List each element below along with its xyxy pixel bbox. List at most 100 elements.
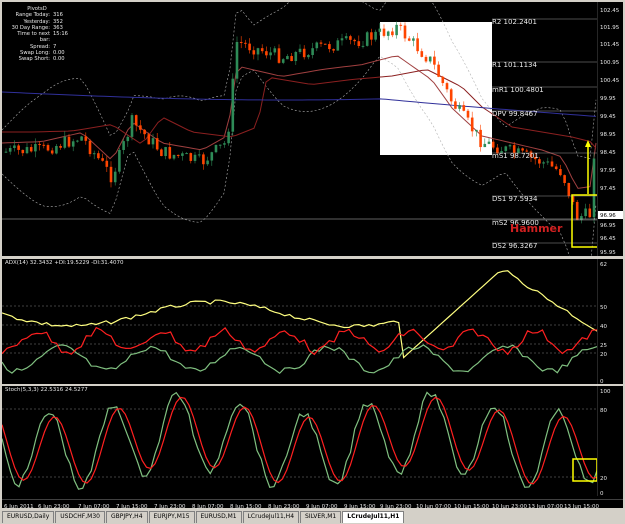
candle-body	[483, 143, 487, 148]
candle-body	[151, 138, 155, 145]
adx-tick: 25	[600, 343, 607, 349]
pivot-r2-label: R2 102.2401	[492, 18, 537, 26]
candle-body	[84, 136, 88, 141]
candle-body	[349, 36, 352, 40]
candle-body	[391, 31, 394, 36]
candle-body	[206, 160, 209, 165]
price-tick: 98.45	[600, 150, 616, 156]
candle-body	[546, 161, 550, 163]
adx-scale: 62 50 40 25 20 0	[597, 259, 623, 384]
hammer-annotation: Hammer	[510, 222, 563, 235]
chart-tab[interactable]: EURJPY,M15	[148, 511, 195, 523]
candle-body	[428, 56, 432, 62]
chart-tab-active[interactable]: LCrudeJul11,H1	[342, 511, 405, 523]
candle-body	[260, 48, 264, 52]
candle-body	[189, 153, 193, 161]
price-tick: 97.45	[600, 186, 616, 192]
candle-body	[479, 129, 482, 148]
candle-body	[353, 39, 356, 42]
stochastic-chart	[2, 391, 597, 490]
candle-body	[395, 24, 398, 36]
plus-di-line	[2, 344, 597, 375]
candle-body	[80, 136, 83, 141]
candle-body	[319, 42, 323, 44]
candle-body	[399, 24, 403, 26]
adx-indicator-pane[interactable]: ADX(14) 32.3432 +DI:19.5229 -DI:31.4070	[2, 259, 597, 384]
candle-body	[433, 56, 436, 65]
candle-body	[118, 149, 121, 172]
candle-body	[315, 42, 319, 49]
price-chart-pane[interactable]: R2 102.2401 R1 101.1134 mR1 100.4801 DPV…	[2, 2, 597, 256]
candle-body	[470, 117, 474, 132]
candle-body	[25, 147, 29, 154]
candle-body	[155, 138, 159, 150]
candle-body	[193, 154, 197, 161]
candle-body	[466, 110, 470, 118]
candle-body	[412, 38, 415, 41]
candle-body	[134, 115, 138, 126]
stoch-tick: 100	[600, 389, 611, 395]
candle-body	[185, 153, 188, 155]
candle-body	[559, 169, 562, 176]
candle-body	[210, 152, 214, 161]
candle-body	[592, 158, 596, 218]
candle-body	[323, 43, 327, 45]
price-scale[interactable]: 102.45 101.95 101.45 100.95 100.45 99.95…	[597, 2, 623, 256]
candle-body	[256, 48, 260, 55]
stoch-title: Stoch(5,3,3) 22.5316 24.5277	[5, 387, 88, 393]
pivot-info-row: Swap Short: 0.00	[18, 56, 65, 63]
pivot-info-row: Time to next bar: 15:16	[17, 31, 68, 44]
candle-body	[441, 76, 445, 84]
candle-body	[336, 40, 340, 51]
candle-body	[42, 144, 46, 146]
candle-body	[386, 31, 390, 36]
candle-body	[50, 150, 54, 154]
candle-body	[113, 171, 117, 183]
price-scale-svg: 102.45 101.95 101.45 100.95 100.45 99.95…	[597, 2, 623, 256]
price-tick: 97.95	[600, 168, 616, 174]
price-tick: 100.45	[600, 78, 620, 84]
candle-body	[281, 59, 285, 63]
candle-body	[567, 182, 571, 196]
candle-body	[218, 144, 222, 146]
candle-body	[588, 208, 592, 218]
stoch-main-line	[2, 391, 597, 490]
candle-body	[420, 51, 424, 57]
candle-body	[21, 149, 25, 154]
candlestick-chart: R2 102.2401 R1 101.1134 mR1 100.4801 DPV…	[2, 2, 597, 256]
chart-tab[interactable]: GBPJPY,H4	[105, 511, 148, 523]
candle-body	[63, 136, 67, 148]
candle-body	[88, 140, 92, 155]
candle-body	[361, 45, 365, 47]
candle-body	[491, 141, 495, 148]
candle-body	[449, 89, 453, 102]
chart-tab[interactable]: LCrudeJul11,H4	[242, 511, 300, 523]
candle-body	[13, 145, 16, 149]
stochastic-indicator-pane[interactable]: Stoch(5,3,3) 22.5316 24.5277	[2, 386, 597, 496]
candle-body	[105, 160, 109, 167]
candle-body	[164, 147, 167, 157]
candle-body	[172, 154, 176, 159]
candle-body	[575, 201, 579, 221]
time-axis: 6 Jun 2011 6 Jun 23:00 7 Jun 07:00 7 Jun…	[2, 496, 623, 510]
candle-body	[584, 208, 587, 217]
candle-body	[475, 129, 478, 132]
candle-body	[332, 49, 335, 51]
candle-body	[34, 144, 37, 152]
candle-body	[311, 48, 314, 56]
pivot-ms1-label: mS1 98.7201	[492, 152, 539, 160]
pivot-dpv-label: DPV 99.8467	[492, 110, 538, 118]
chart-tab[interactable]: SILVER,M1	[300, 511, 342, 523]
candle-body	[554, 166, 558, 170]
candle-body	[437, 64, 440, 77]
candle-body	[223, 143, 226, 145]
price-tick: 96.45	[600, 236, 616, 242]
candle-body	[365, 32, 369, 46]
chart-tab[interactable]: EURUSD,Daily	[2, 511, 55, 523]
candle-body	[67, 136, 71, 147]
chart-tab[interactable]: EURUSD,M1	[195, 511, 242, 523]
chart-tab[interactable]: USDCHF,M30	[55, 511, 105, 523]
price-tick: 98.95	[600, 132, 616, 138]
candle-body	[378, 28, 382, 32]
candle-body	[265, 51, 268, 56]
